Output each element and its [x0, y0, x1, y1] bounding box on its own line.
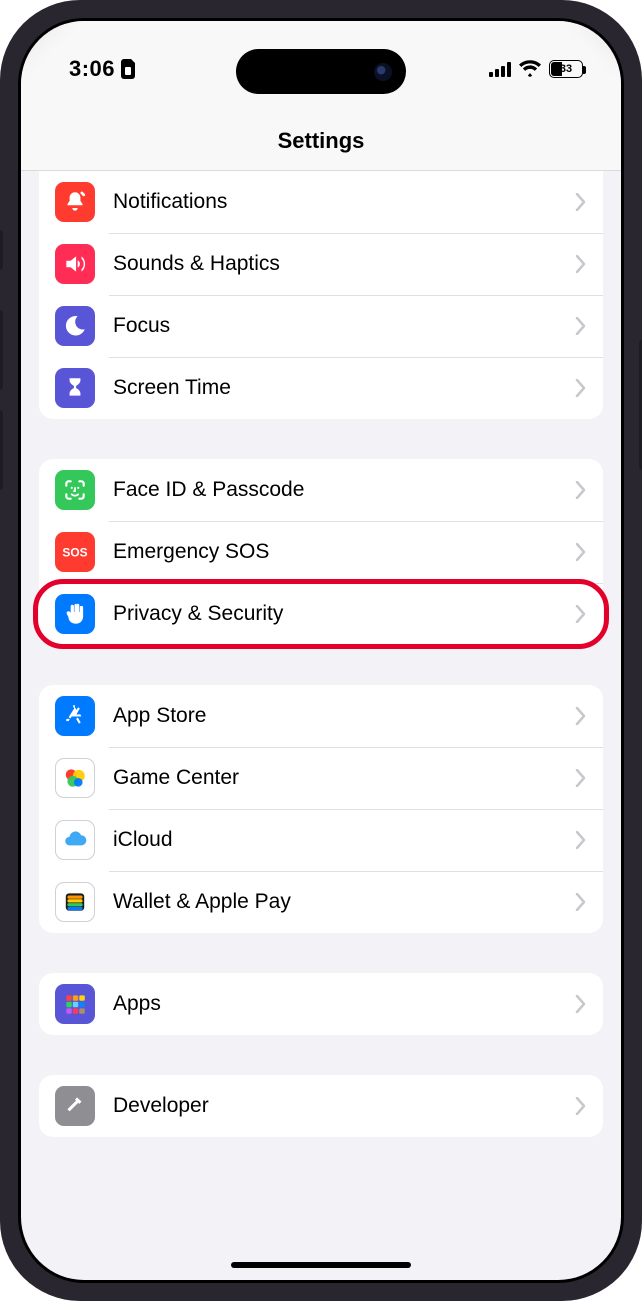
- row-label: iCloud: [113, 828, 575, 852]
- volume-up-button[interactable]: [0, 310, 3, 390]
- wifi-icon: [519, 60, 541, 78]
- battery-percent: 33: [560, 63, 572, 75]
- wallet-icon: [55, 882, 95, 922]
- settings-row-sounds-haptics[interactable]: Sounds & Haptics: [39, 233, 603, 295]
- row-label: Apps: [113, 992, 575, 1016]
- row-label: Developer: [113, 1094, 575, 1118]
- settings-row-wallet-apple-pay[interactable]: Wallet & Apple Pay: [39, 871, 603, 933]
- phone-bezel: 3:06 33: [18, 18, 624, 1283]
- settings-row-developer[interactable]: Developer: [39, 1075, 603, 1137]
- settings-row-face-id-passcode[interactable]: Face ID & Passcode: [39, 459, 603, 521]
- settings-row-privacy-security[interactable]: Privacy & Security: [39, 583, 603, 645]
- settings-group: Apps: [39, 973, 603, 1035]
- row-label: Wallet & Apple Pay: [113, 890, 575, 914]
- row-label: Sounds & Haptics: [113, 252, 575, 276]
- chevron-right-icon: [575, 605, 587, 623]
- chevron-right-icon: [575, 769, 587, 787]
- dynamic-island: [236, 49, 406, 94]
- apps-grid-icon: [55, 984, 95, 1024]
- status-time: 3:06: [69, 56, 115, 82]
- settings-group: Face ID & Passcode Emergency SOS Privacy &…: [39, 459, 603, 645]
- settings-row-icloud[interactable]: iCloud: [39, 809, 603, 871]
- battery-icon: 33: [549, 60, 583, 78]
- moon-icon: [55, 306, 95, 346]
- row-label: Game Center: [113, 766, 575, 790]
- settings-row-app-store[interactable]: App Store: [39, 685, 603, 747]
- chevron-right-icon: [575, 379, 587, 397]
- volume-down-button[interactable]: [0, 410, 3, 490]
- chevron-right-icon: [575, 707, 587, 725]
- row-label: Notifications: [113, 190, 575, 214]
- chevron-right-icon: [575, 317, 587, 335]
- front-camera: [374, 63, 392, 81]
- cellular-bars-icon: [489, 61, 511, 77]
- settings-group: Developer: [39, 1075, 603, 1137]
- settings-row-emergency-sos[interactable]: Emergency SOS: [39, 521, 603, 583]
- hammer-icon: [55, 1086, 95, 1126]
- appstore-icon: [55, 696, 95, 736]
- chevron-right-icon: [575, 1097, 587, 1115]
- hand-icon: [55, 594, 95, 634]
- icloud-icon: [55, 820, 95, 860]
- settings-row-notifications[interactable]: Notifications: [39, 171, 603, 233]
- row-label: App Store: [113, 704, 575, 728]
- chevron-right-icon: [575, 255, 587, 273]
- chevron-right-icon: [575, 481, 587, 499]
- chevron-right-icon: [575, 995, 587, 1013]
- bell-icon: [55, 182, 95, 222]
- chevron-right-icon: [575, 893, 587, 911]
- settings-row-apps[interactable]: Apps: [39, 973, 603, 1035]
- page-title: Settings: [278, 128, 365, 154]
- settings-group: App Store Game Center iCloud Wallet & Apple…: [39, 685, 603, 933]
- chevron-right-icon: [575, 193, 587, 211]
- row-label: Privacy & Security: [113, 602, 575, 626]
- phone-frame: 3:06 33: [0, 0, 642, 1301]
- row-label: Screen Time: [113, 376, 575, 400]
- screen: 3:06 33: [21, 21, 621, 1280]
- chevron-right-icon: [575, 831, 587, 849]
- mute-switch[interactable]: [0, 230, 3, 270]
- row-label: Emergency SOS: [113, 540, 575, 564]
- sos-icon: [55, 532, 95, 572]
- settings-row-screen-time[interactable]: Screen Time: [39, 357, 603, 419]
- settings-group: Notifications Sounds & Haptics Focus Screen…: [39, 171, 603, 419]
- row-label: Face ID & Passcode: [113, 478, 575, 502]
- hourglass-icon: [55, 368, 95, 408]
- settings-row-focus[interactable]: Focus: [39, 295, 603, 357]
- speaker-icon: [55, 244, 95, 284]
- row-label: Focus: [113, 314, 575, 338]
- chevron-right-icon: [575, 543, 587, 561]
- faceid-icon: [55, 470, 95, 510]
- settings-row-game-center[interactable]: Game Center: [39, 747, 603, 809]
- sim-icon: [121, 59, 137, 79]
- home-indicator[interactable]: [231, 1262, 411, 1268]
- gamecenter-icon: [55, 758, 95, 798]
- settings-list[interactable]: Notifications Sounds & Haptics Focus Screen…: [21, 21, 621, 1280]
